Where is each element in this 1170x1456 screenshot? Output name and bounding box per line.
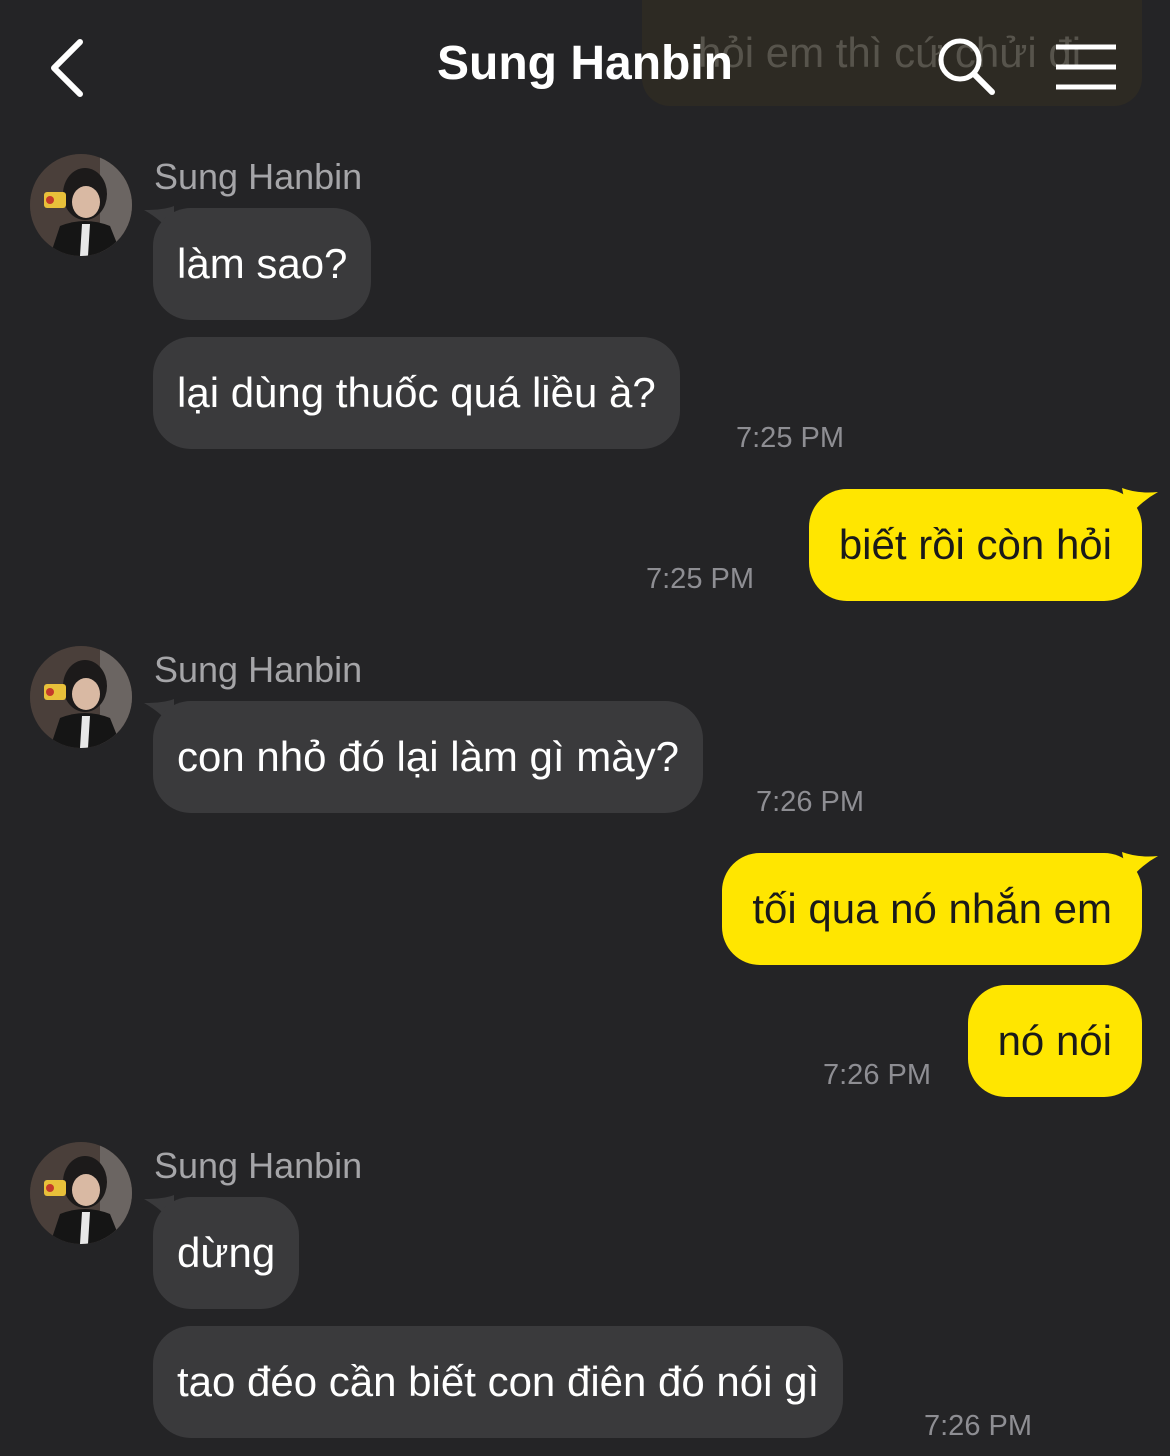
incoming-message[interactable]: con nhỏ đó lại làm gì mày? bbox=[153, 701, 703, 813]
incoming-message[interactable]: làm sao? bbox=[153, 208, 372, 320]
message-timestamp: 7:25 PM bbox=[646, 563, 754, 595]
message-timestamp: 7:26 PM bbox=[756, 786, 864, 818]
avatar[interactable] bbox=[30, 1142, 132, 1244]
incoming-message[interactable]: lại dùng thuốc quá liều à? bbox=[153, 337, 680, 449]
sender-name: Sung Hanbin bbox=[154, 156, 363, 197]
avatar[interactable] bbox=[30, 154, 132, 256]
incoming-message[interactable]: dừng bbox=[153, 1197, 300, 1309]
sender-name: Sung Hanbin bbox=[154, 1145, 363, 1186]
menu-icon[interactable] bbox=[1054, 42, 1118, 92]
message-timestamp: 7:25 PM bbox=[736, 422, 844, 454]
chat-header: hỏi em thì cứ chửi đi Sung Hanbin bbox=[0, 0, 1170, 130]
sender-name: Sung Hanbin bbox=[154, 649, 363, 690]
bubble-tail bbox=[1122, 852, 1158, 882]
message-timestamp: 7:26 PM bbox=[823, 1059, 931, 1091]
search-icon[interactable] bbox=[934, 34, 998, 98]
incoming-message[interactable]: tao đéo cần biết con điên đó nói gì bbox=[153, 1326, 844, 1438]
outgoing-message[interactable]: nó nói bbox=[967, 985, 1142, 1097]
message-timestamp: 7:26 PM bbox=[924, 1410, 1032, 1442]
avatar[interactable] bbox=[30, 646, 132, 748]
outgoing-message[interactable]: tối qua nó nhắn em bbox=[722, 853, 1142, 965]
outgoing-message[interactable]: biết rồi còn hỏi bbox=[808, 489, 1142, 601]
bubble-tail bbox=[1122, 488, 1158, 518]
